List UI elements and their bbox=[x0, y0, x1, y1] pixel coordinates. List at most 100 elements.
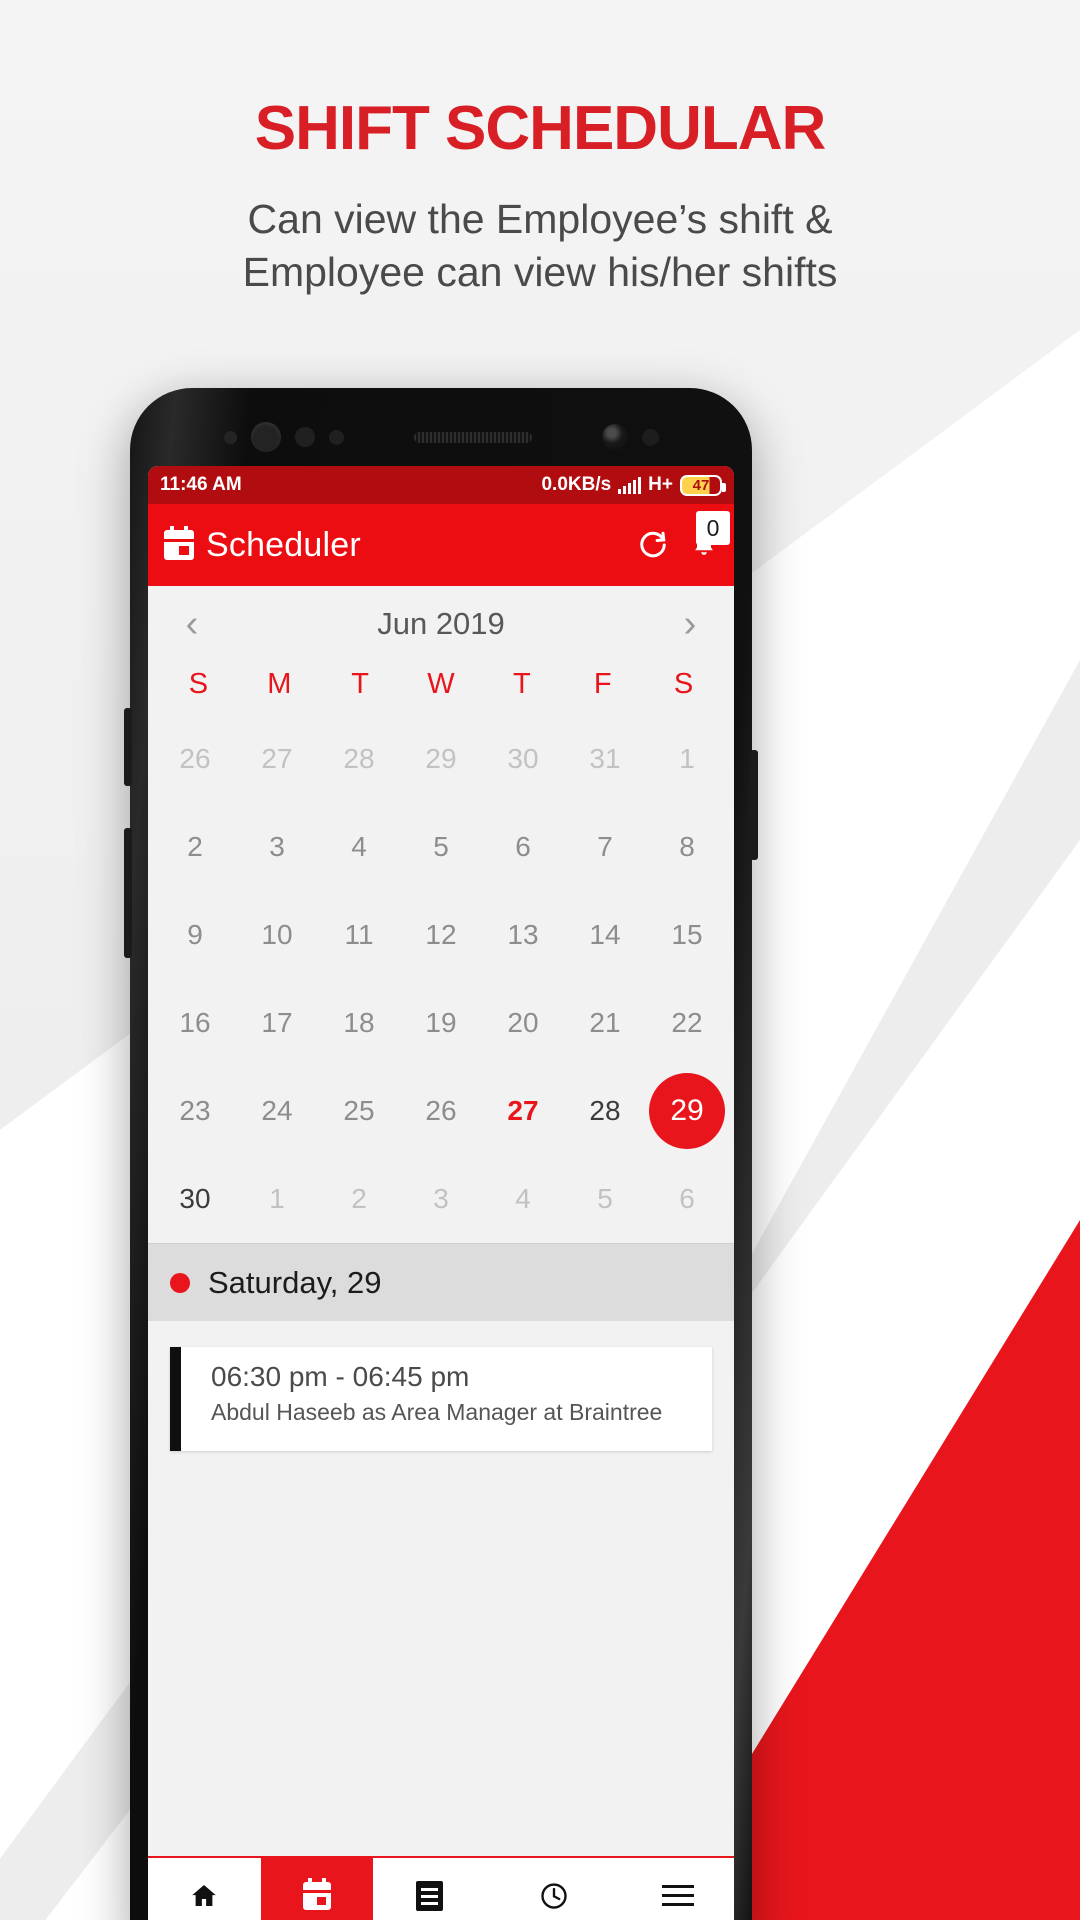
promo-screenshot: SHIFT SCHEDULAR Can view the Employee’s … bbox=[0, 0, 1080, 1920]
clock-icon bbox=[539, 1881, 569, 1911]
shift-accent-bar bbox=[170, 1347, 181, 1451]
calendar-day-cell[interactable]: 29 bbox=[646, 1067, 728, 1155]
calendar-day-cell[interactable]: 3 bbox=[400, 1155, 482, 1243]
nav-item-more[interactable]: More bbox=[621, 1858, 734, 1920]
phone-mockup: 11:46 AM 0.0KB/s H+ 47 Scheduler 0 ‹ Jun… bbox=[124, 388, 758, 1920]
calendar-header: ‹ Jun 2019 › bbox=[154, 586, 728, 662]
calendar-day-cell[interactable]: 30 bbox=[154, 1155, 236, 1243]
calendar-day-cell[interactable]: 27 bbox=[482, 1067, 564, 1155]
calendar-day-cell[interactable]: 23 bbox=[154, 1067, 236, 1155]
calendar-day-cell[interactable]: 1 bbox=[236, 1155, 318, 1243]
light-sensor-icon bbox=[328, 429, 344, 445]
nav-item-to-do-list[interactable]: To Do List bbox=[373, 1858, 486, 1920]
red-dot-icon bbox=[170, 1272, 190, 1293]
calendar-day-cell[interactable]: 29 bbox=[400, 715, 482, 803]
refresh-icon[interactable] bbox=[638, 530, 668, 560]
weekday-label: S bbox=[673, 668, 694, 700]
calendar-weekday-row: S M T W T F S bbox=[154, 662, 728, 715]
status-bar: 11:46 AM 0.0KB/s H+ 47 bbox=[148, 466, 734, 504]
calendar-day-cell[interactable]: 14 bbox=[564, 891, 646, 979]
phone-sensor-bar bbox=[148, 408, 734, 466]
calendar-day-cell[interactable]: 2 bbox=[154, 803, 236, 891]
shift-time: 06:30 pm - 06:45 pm bbox=[211, 1361, 470, 1392]
calendar-day-cell[interactable]: 25 bbox=[318, 1067, 400, 1155]
shift-list: 06:30 pm - 06:45 pm Abdul Haseeb as Area … bbox=[148, 1321, 734, 1589]
calendar-day-cell[interactable]: 13 bbox=[482, 891, 564, 979]
calendar-day-cell[interactable]: 3 bbox=[236, 803, 318, 891]
phone-button-left-upper[interactable] bbox=[124, 708, 132, 786]
calendar-day-cell[interactable]: 21 bbox=[564, 979, 646, 1067]
weekday-label: W bbox=[427, 668, 455, 700]
chevron-right-icon[interactable]: › bbox=[670, 605, 710, 643]
calendar-day-cell[interactable]: 4 bbox=[482, 1155, 564, 1243]
selected-day-label: Saturday, 29 bbox=[208, 1264, 382, 1300]
nav-item-scheduler[interactable]: Scheduler bbox=[260, 1858, 374, 1920]
weekday-label: T bbox=[512, 668, 531, 700]
calendar-day-selected[interactable]: 29 bbox=[649, 1073, 725, 1149]
app-bar-actions: 0 bbox=[638, 511, 730, 561]
weekday-label: T bbox=[351, 668, 369, 700]
calendar-day-cell[interactable]: 11 bbox=[318, 891, 400, 979]
calendar-day-cell[interactable]: 16 bbox=[154, 979, 236, 1067]
calendar-day-cell[interactable]: 8 bbox=[646, 803, 728, 891]
calendar-day-cell[interactable]: 26 bbox=[154, 715, 236, 803]
calendar-day-cell[interactable]: 6 bbox=[482, 803, 564, 891]
bottom-navigation: HomeSchedulerTo Do ListClock In & OutMor… bbox=[148, 1856, 734, 1920]
promo-subtitle-line1: Can view the Employee’s shift & bbox=[247, 196, 833, 243]
calendar-day-cell[interactable]: 28 bbox=[564, 1067, 646, 1155]
calendar-day-cell[interactable]: 4 bbox=[318, 803, 400, 891]
weekday-label: F bbox=[593, 668, 612, 700]
phone-screen: 11:46 AM 0.0KB/s H+ 47 Scheduler 0 ‹ Jun… bbox=[148, 466, 734, 1920]
calendar-day-cell[interactable]: 18 bbox=[318, 979, 400, 1067]
calendar-day-grid: 26 27 28 29 30 31 1 2 3 4 5 6 7 8 9 10 11 12 13 14 15 16 17 18 1… bbox=[154, 715, 728, 1243]
earpiece-speaker-icon bbox=[413, 431, 532, 443]
nav-item-home[interactable]: Home bbox=[148, 1858, 261, 1920]
list-icon bbox=[416, 1881, 444, 1911]
selected-day-header: Saturday, 29 bbox=[148, 1243, 734, 1321]
proximity-sensor-icon bbox=[294, 427, 315, 447]
promo-header: SHIFT SCHEDULAR Can view the Employee’s … bbox=[0, 96, 1080, 298]
calendar-day-cell[interactable]: 27 bbox=[236, 715, 318, 803]
calendar-day-cell[interactable]: 17 bbox=[236, 979, 318, 1067]
calendar-icon bbox=[164, 526, 194, 560]
calendar-icon bbox=[302, 1878, 331, 1911]
calendar-day-cell[interactable]: 26 bbox=[400, 1067, 482, 1155]
nav-item-clock-in-out[interactable]: Clock In & Out bbox=[486, 1858, 621, 1920]
calendar-day-cell[interactable]: 10 bbox=[236, 891, 318, 979]
promo-subtitle-line2: Employee can view his/her shifts bbox=[242, 248, 838, 295]
calendar-day-cell[interactable]: 12 bbox=[400, 891, 482, 979]
status-time: 11:46 AM bbox=[160, 474, 242, 495]
promo-title: SHIFT SCHEDULAR bbox=[254, 94, 827, 163]
sensor-dot-right-icon bbox=[641, 428, 659, 446]
calendar-day-cell[interactable]: 22 bbox=[646, 979, 728, 1067]
calendar-day-cell[interactable]: 5 bbox=[400, 803, 482, 891]
chevron-left-icon[interactable]: ‹ bbox=[172, 605, 212, 643]
front-camera-icon bbox=[601, 424, 628, 450]
calendar-day-cell[interactable]: 31 bbox=[564, 715, 646, 803]
calendar-month-label: Jun 2019 bbox=[377, 606, 505, 641]
weekday-label: S bbox=[188, 668, 209, 700]
notification-badge[interactable]: 0 bbox=[696, 511, 730, 545]
calendar-day-cell[interactable]: 2 bbox=[318, 1155, 400, 1243]
calendar-day-cell[interactable]: 20 bbox=[482, 979, 564, 1067]
phone-button-left-lower[interactable] bbox=[124, 828, 132, 958]
calendar-day-cell[interactable]: 5 bbox=[564, 1155, 646, 1243]
calendar-day-cell[interactable]: 24 bbox=[236, 1067, 318, 1155]
home-icon bbox=[189, 1881, 219, 1911]
iris-scanner-icon bbox=[250, 422, 281, 452]
calendar-day-cell[interactable]: 1 bbox=[646, 715, 728, 803]
phone-button-right[interactable] bbox=[750, 750, 758, 860]
calendar-day-cell[interactable]: 9 bbox=[154, 891, 236, 979]
shift-description: Abdul Haseeb as Area Manager at Braintre… bbox=[211, 1399, 663, 1425]
calendar-day-cell[interactable]: 30 bbox=[482, 715, 564, 803]
shift-card[interactable]: 06:30 pm - 06:45 pm Abdul Haseeb as Area … bbox=[170, 1347, 712, 1451]
status-network: H+ bbox=[648, 474, 673, 495]
calendar-day-cell[interactable]: 19 bbox=[400, 979, 482, 1067]
status-data-rate: 0.0KB/s bbox=[541, 474, 612, 495]
calendar-widget: ‹ Jun 2019 › S M T W T F S 26 27 28 29 30 31 1… bbox=[148, 586, 734, 1243]
sensor-dot-icon bbox=[223, 430, 237, 444]
calendar-day-cell[interactable]: 6 bbox=[646, 1155, 728, 1243]
calendar-day-cell[interactable]: 7 bbox=[564, 803, 646, 891]
calendar-day-cell[interactable]: 28 bbox=[318, 715, 400, 803]
calendar-day-cell[interactable]: 15 bbox=[646, 891, 728, 979]
